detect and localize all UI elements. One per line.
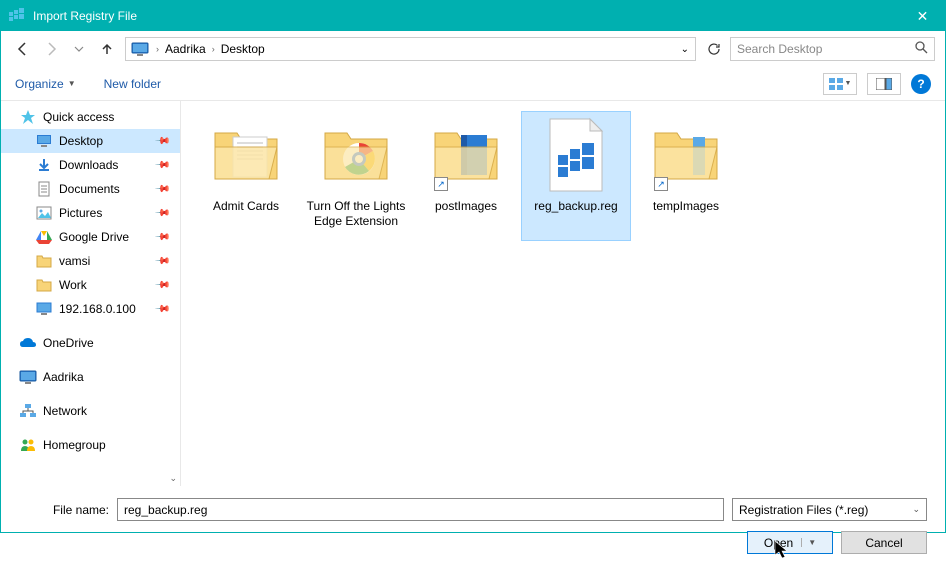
up-button[interactable] — [95, 37, 119, 61]
pictures-icon — [35, 205, 53, 221]
sidebar-item-documents[interactable]: Documents📌 — [1, 177, 180, 201]
chevron-down-icon: ▼ — [68, 79, 76, 88]
file-item-shortcut[interactable]: ↗ tempImages — [631, 111, 741, 241]
desktop-icon — [35, 133, 53, 149]
sidebar-item-downloads[interactable]: Downloads📌 — [1, 153, 180, 177]
onedrive-icon — [19, 335, 37, 351]
downloads-icon — [35, 157, 53, 173]
preview-pane-button[interactable] — [867, 73, 901, 95]
sidebar-item-desktop[interactable]: Desktop📌 — [1, 129, 180, 153]
help-button[interactable]: ? — [911, 74, 931, 94]
sidebar-item-pictures[interactable]: Pictures📌 — [1, 201, 180, 225]
forward-button[interactable] — [39, 37, 63, 61]
file-label: Admit Cards — [213, 199, 279, 214]
chevron-right-icon[interactable]: › — [154, 44, 161, 54]
cancel-button[interactable]: Cancel — [841, 531, 927, 554]
pin-icon: 📌 — [153, 181, 170, 198]
dialog-footer: File name: Registration Files (*.reg) ⌄ … — [1, 486, 945, 568]
navigation-pane: Quick access Desktop📌 Downloads📌 Documen… — [1, 101, 181, 486]
file-label: reg_backup.reg — [534, 199, 617, 214]
sidebar-item-google-drive[interactable]: Google Drive📌 — [1, 225, 180, 249]
folder-icon — [35, 277, 53, 293]
toolbar: Organize ▼ New folder ▼ ? — [1, 67, 945, 101]
sidebar-item-network-location[interactable]: 192.168.0.100📌 — [1, 297, 180, 321]
new-folder-button[interactable]: New folder — [104, 77, 161, 91]
folder-thumbnail — [316, 115, 396, 195]
open-button[interactable]: Open ▼ — [747, 531, 833, 554]
network-pc-icon — [35, 301, 53, 317]
pin-icon: 📌 — [153, 301, 170, 318]
network-header[interactable]: Network — [1, 399, 180, 423]
dialog-body: Quick access Desktop📌 Downloads📌 Documen… — [1, 101, 945, 486]
filename-row: File name: Registration Files (*.reg) ⌄ — [19, 498, 927, 521]
close-button[interactable]: ✕ — [900, 1, 945, 31]
file-item-shortcut[interactable]: ↗ postImages — [411, 111, 521, 241]
registry-app-icon — [9, 8, 25, 24]
pin-icon: 📌 — [153, 253, 170, 270]
documents-icon — [35, 181, 53, 197]
pin-icon: 📌 — [153, 229, 170, 246]
view-mode-button[interactable]: ▼ — [823, 73, 857, 95]
filetype-label: Registration Files (*.reg) — [739, 503, 868, 517]
split-chevron-icon: ▼ — [801, 538, 816, 547]
titlebar: Import Registry File ✕ — [1, 1, 945, 31]
chevron-down-icon: ⌄ — [912, 504, 920, 515]
chevron-right-icon[interactable]: › — [210, 44, 217, 54]
google-drive-icon — [35, 229, 53, 245]
homegroup-icon — [19, 437, 37, 453]
folder-thumbnail: ↗ — [646, 115, 726, 195]
pin-icon: 📌 — [153, 205, 170, 222]
pin-icon: 📌 — [153, 277, 170, 294]
breadcrumb-segment[interactable]: Desktop — [219, 40, 267, 58]
this-pc-icon — [130, 40, 150, 58]
pin-icon: 📌 — [153, 157, 170, 174]
filetype-select[interactable]: Registration Files (*.reg) ⌄ — [732, 498, 927, 521]
pin-icon: 📌 — [153, 133, 170, 150]
filename-label: File name: — [19, 503, 109, 517]
file-label: tempImages — [653, 199, 719, 214]
homegroup-header[interactable]: Homegroup — [1, 433, 180, 457]
regfile-thumbnail — [536, 115, 616, 195]
address-dropdown-icon[interactable]: ⌄ — [681, 44, 689, 55]
sidebar-item-vamsi[interactable]: vamsi📌 — [1, 249, 180, 273]
filename-input[interactable] — [117, 498, 724, 521]
search-input[interactable]: Search Desktop — [730, 37, 935, 61]
refresh-button[interactable] — [702, 37, 726, 61]
onedrive-header[interactable]: OneDrive — [1, 331, 180, 355]
folder-thumbnail: ↗ — [426, 115, 506, 195]
back-button[interactable] — [11, 37, 35, 61]
file-label: postImages — [435, 199, 497, 214]
search-placeholder: Search Desktop — [737, 42, 822, 56]
search-icon — [915, 41, 928, 57]
quick-access-header[interactable]: Quick access — [1, 105, 180, 129]
navigation-bar: › Aadrika › Desktop ⌄ Search Desktop — [1, 31, 945, 67]
this-pc-icon — [19, 369, 37, 385]
file-list-pane[interactable]: Admit Cards Turn Off the Lights Edge Ext… — [181, 101, 945, 486]
scroll-down-icon[interactable]: ⌄ — [169, 473, 177, 484]
file-item-folder[interactable]: Admit Cards — [191, 111, 301, 241]
breadcrumb: › Aadrika › Desktop — [154, 40, 677, 58]
recent-locations-dropdown[interactable] — [67, 37, 91, 61]
network-icon — [19, 403, 37, 419]
shortcut-overlay-icon: ↗ — [434, 177, 448, 191]
window-title: Import Registry File — [33, 9, 900, 23]
sidebar-item-work[interactable]: Work📌 — [1, 273, 180, 297]
aadrika-header[interactable]: Aadrika — [1, 365, 180, 389]
file-item-regfile[interactable]: reg_backup.reg — [521, 111, 631, 241]
shortcut-overlay-icon: ↗ — [654, 177, 668, 191]
breadcrumb-segment[interactable]: Aadrika — [163, 40, 208, 58]
file-label: Turn Off the Lights Edge Extension — [305, 199, 407, 229]
address-bar[interactable]: › Aadrika › Desktop ⌄ — [125, 37, 696, 61]
organize-button[interactable]: Organize ▼ — [15, 77, 76, 91]
folder-thumbnail — [206, 115, 286, 195]
quick-access-icon — [19, 109, 37, 125]
folder-icon — [35, 253, 53, 269]
button-row: Open ▼ Cancel — [19, 531, 927, 554]
file-item-folder[interactable]: Turn Off the Lights Edge Extension — [301, 111, 411, 241]
